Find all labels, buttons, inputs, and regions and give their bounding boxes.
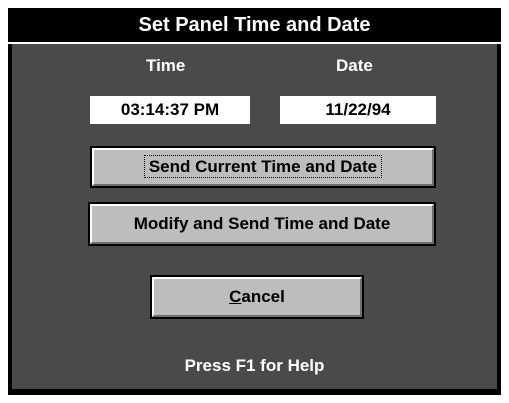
- date-field[interactable]: 11/22/94: [280, 96, 436, 124]
- date-label: Date: [336, 56, 373, 75]
- time-label: Time: [146, 56, 186, 75]
- help-hint: Press F1 for Help: [184, 356, 325, 375]
- modify-button-label: Modify and Send Time and Date: [133, 214, 391, 233]
- dialog-body: Time Date 03:14:37 PM 11/22/94 Send Curr…: [12, 44, 497, 389]
- cancel-button[interactable]: Cancel: [150, 275, 364, 319]
- set-panel-time-date-dialog: Set Panel Time and Date Time Date 03:14:…: [8, 8, 501, 395]
- modify-and-send-button[interactable]: Modify and Send Time and Date: [88, 202, 436, 246]
- send-button-label: Send Current Time and Date: [143, 155, 383, 178]
- cancel-label-rest: ancel: [241, 287, 285, 306]
- time-field[interactable]: 03:14:37 PM: [90, 96, 250, 124]
- dialog-title: Set Panel Time and Date: [8, 8, 501, 44]
- send-current-time-date-button[interactable]: Send Current Time and Date: [90, 146, 436, 188]
- cancel-mnemonic: C: [229, 287, 242, 306]
